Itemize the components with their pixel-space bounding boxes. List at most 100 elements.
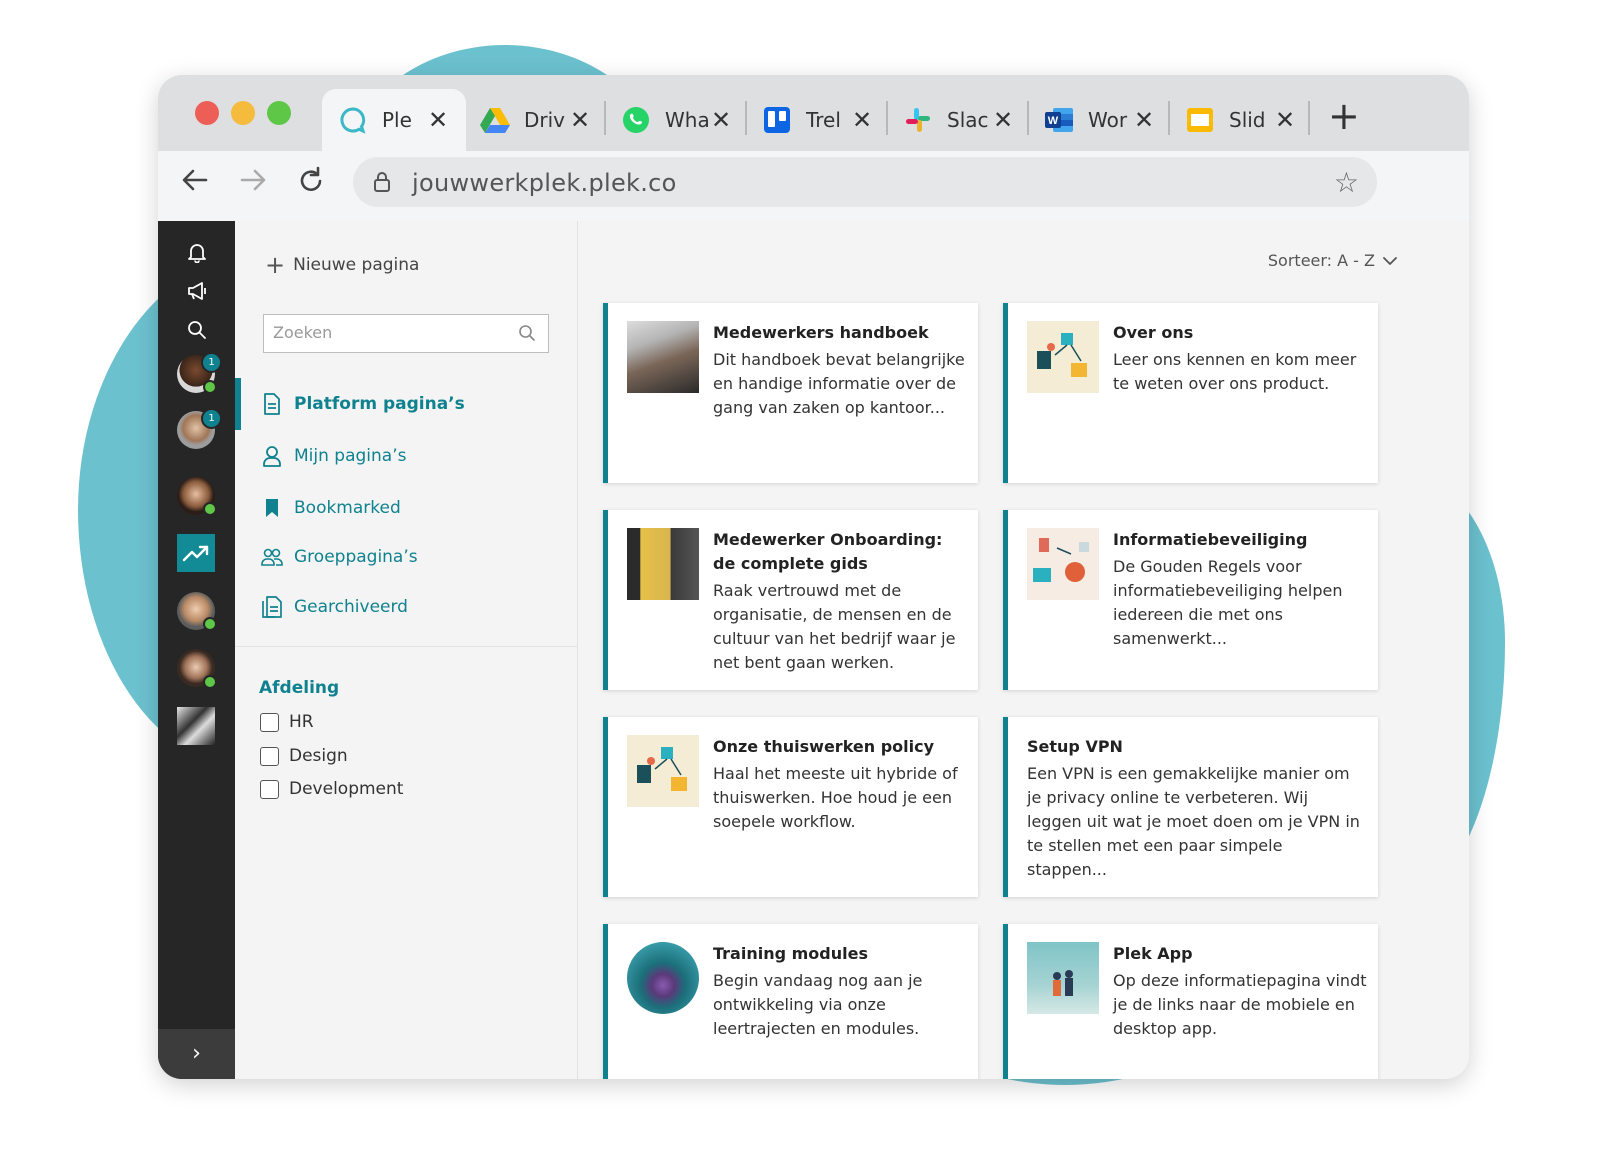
sort-dropdown[interactable]: Sorteer: A - Z [1268,251,1397,270]
tab-close-icon[interactable]: ✕ [428,108,448,132]
tab-label: Trel [806,108,841,132]
sidebar-item-label: Platform pagina’s [294,394,465,414]
filter-option-label: HR [289,712,314,732]
plek-icon [338,105,368,135]
tab-close-icon[interactable]: ✕ [1275,108,1295,132]
megaphone-icon[interactable] [186,280,208,302]
pages-grid: Sorteer: A - Z Medewerkers handboek Dit … [579,221,1469,1079]
card-thumbnail [1027,321,1099,393]
card-title: Medewerker Onboarding: de complete gids [713,530,943,573]
tab-bar: Ple ✕ Driv ✕ Wha ✕ Trel ✕ Slac ✕ W Wor ✕… [158,75,1469,151]
card-title: Training modules [713,944,868,963]
card-title: Over ons [1113,323,1194,342]
url-field[interactable]: jouwwerkplek.plek.co ☆ [353,157,1377,207]
bell-icon[interactable] [186,241,208,263]
filter-option-design[interactable]: Design [260,746,348,766]
tab-close-icon[interactable]: ✕ [570,108,590,132]
sidebar-item-my-pages[interactable]: Mijn pagina’s [261,445,406,467]
tab-slides[interactable]: Slid ✕ [1169,89,1309,151]
unread-badge: 1 [201,408,222,429]
tab-separator [1308,101,1310,135]
card-thumbnail [627,942,699,1014]
bookmark-star-icon[interactable]: ☆ [1334,166,1359,199]
forward-button[interactable] [238,165,268,200]
tab-drive[interactable]: Driv ✕ [464,89,604,151]
tab-word[interactable]: W Wor ✕ [1028,89,1168,151]
tab-label: Wor [1088,108,1128,132]
card-description: Op deze informatiepagina vindt je de lin… [1113,971,1367,1038]
page-card[interactable]: Medewerker Onboarding: de complete gids … [603,510,978,690]
document-icon [261,393,283,415]
trello-icon [762,105,792,135]
checkbox[interactable] [260,779,279,799]
sidebar-item-label: Mijn pagina’s [294,446,407,466]
page-card[interactable]: Onze thuiswerken policy Haal het meeste … [603,717,978,897]
tab-close-icon[interactable]: ✕ [711,108,731,132]
address-bar: jouwwerkplek.plek.co ☆ [158,151,1469,221]
expand-rail-button[interactable]: › [158,1029,235,1079]
window-close-button[interactable] [195,101,219,125]
tab-label: Driv [524,108,566,132]
unread-badge: 1 [201,352,222,373]
page-card[interactable]: Training modules Begin vandaag nog aan j… [603,924,978,1079]
google-drive-icon [480,105,510,135]
tab-label: Slid [1229,108,1266,132]
tab-label: Wha [665,108,709,132]
card-description: Een VPN is een gemakkelijke manier om je… [1027,764,1360,879]
online-status [203,617,217,631]
user-icon [261,445,283,467]
page-card[interactable]: Plek App Op deze informatiepagina vindt … [1003,924,1378,1079]
sidebar-divider [235,646,578,647]
filter-option-hr[interactable]: HR [260,712,314,732]
tab-label: Slac [947,108,989,132]
tab-label: Ple [382,108,412,132]
filter-option-development[interactable]: Development [260,779,403,799]
trending-up-icon [182,545,209,562]
tab-trello[interactable]: Trel ✕ [746,89,886,151]
whatsapp-icon [621,105,651,135]
back-button[interactable] [180,165,210,200]
reload-icon [300,166,322,191]
reload-button[interactable] [296,165,326,200]
analytics-button[interactable] [177,534,215,572]
card-title: Onze thuiswerken policy [713,737,935,756]
tab-plek[interactable]: Ple ✕ [322,89,466,151]
filter-option-label: Development [289,779,404,799]
online-status [203,380,217,394]
tab-close-icon[interactable]: ✕ [993,108,1013,132]
card-title: Plek App [1113,944,1193,963]
card-title: Informatiebeveiliging [1113,530,1308,549]
card-thumbnail [1027,942,1099,1014]
card-thumbnail [627,321,699,393]
page-card[interactable]: Setup VPN Een VPN is een gemakkelijke ma… [1003,717,1378,897]
card-description: Begin vandaag nog aan je ontwikkeling vi… [713,971,923,1038]
search-icon[interactable] [186,319,208,341]
card-description: Raak vertrouwd met de organisatie, de me… [713,581,956,672]
window-minimize-button[interactable] [231,101,255,125]
new-tab-button[interactable]: + [1328,97,1360,135]
avatar-plant[interactable] [177,707,215,745]
sidebar-item-archived[interactable]: Gearchiveerd [261,596,408,618]
search-icon [518,324,536,346]
sidebar-item-label: Gearchiveerd [294,597,408,617]
page-card[interactable]: Over ons Leer ons kennen en kom meer te … [1003,303,1378,483]
page-card[interactable]: Medewerkers handboek Dit handboek bevat … [603,303,978,483]
checkbox[interactable] [260,746,279,766]
tab-slack[interactable]: Slac ✕ [887,89,1027,151]
search-input[interactable]: Zoeken [263,314,549,353]
sidebar-item-label: Groeppagina’s [294,547,418,567]
sidebar-item-platform-pages[interactable]: Platform pagina’s [261,393,465,415]
pages-sidebar: + Nieuwe pagina Zoeken Platform pagina’s… [235,221,578,1079]
window-maximize-button[interactable] [267,101,291,125]
new-page-button[interactable]: + Nieuwe pagina [265,253,419,277]
filter-option-label: Design [289,746,348,766]
browser-window: Ple ✕ Driv ✕ Wha ✕ Trel ✕ Slac ✕ W Wor ✕… [158,75,1469,1079]
tab-close-icon[interactable]: ✕ [852,108,872,132]
sidebar-item-bookmarked[interactable]: Bookmarked [261,497,401,519]
tab-close-icon[interactable]: ✕ [1134,108,1154,132]
tab-whatsapp[interactable]: Wha ✕ [605,89,745,151]
sidebar-item-group-pages[interactable]: Groeppagina’s [261,546,418,568]
arrow-right-icon [240,169,266,191]
page-card[interactable]: Informatiebeveiliging De Gouden Regels v… [1003,510,1378,690]
checkbox[interactable] [260,712,279,732]
